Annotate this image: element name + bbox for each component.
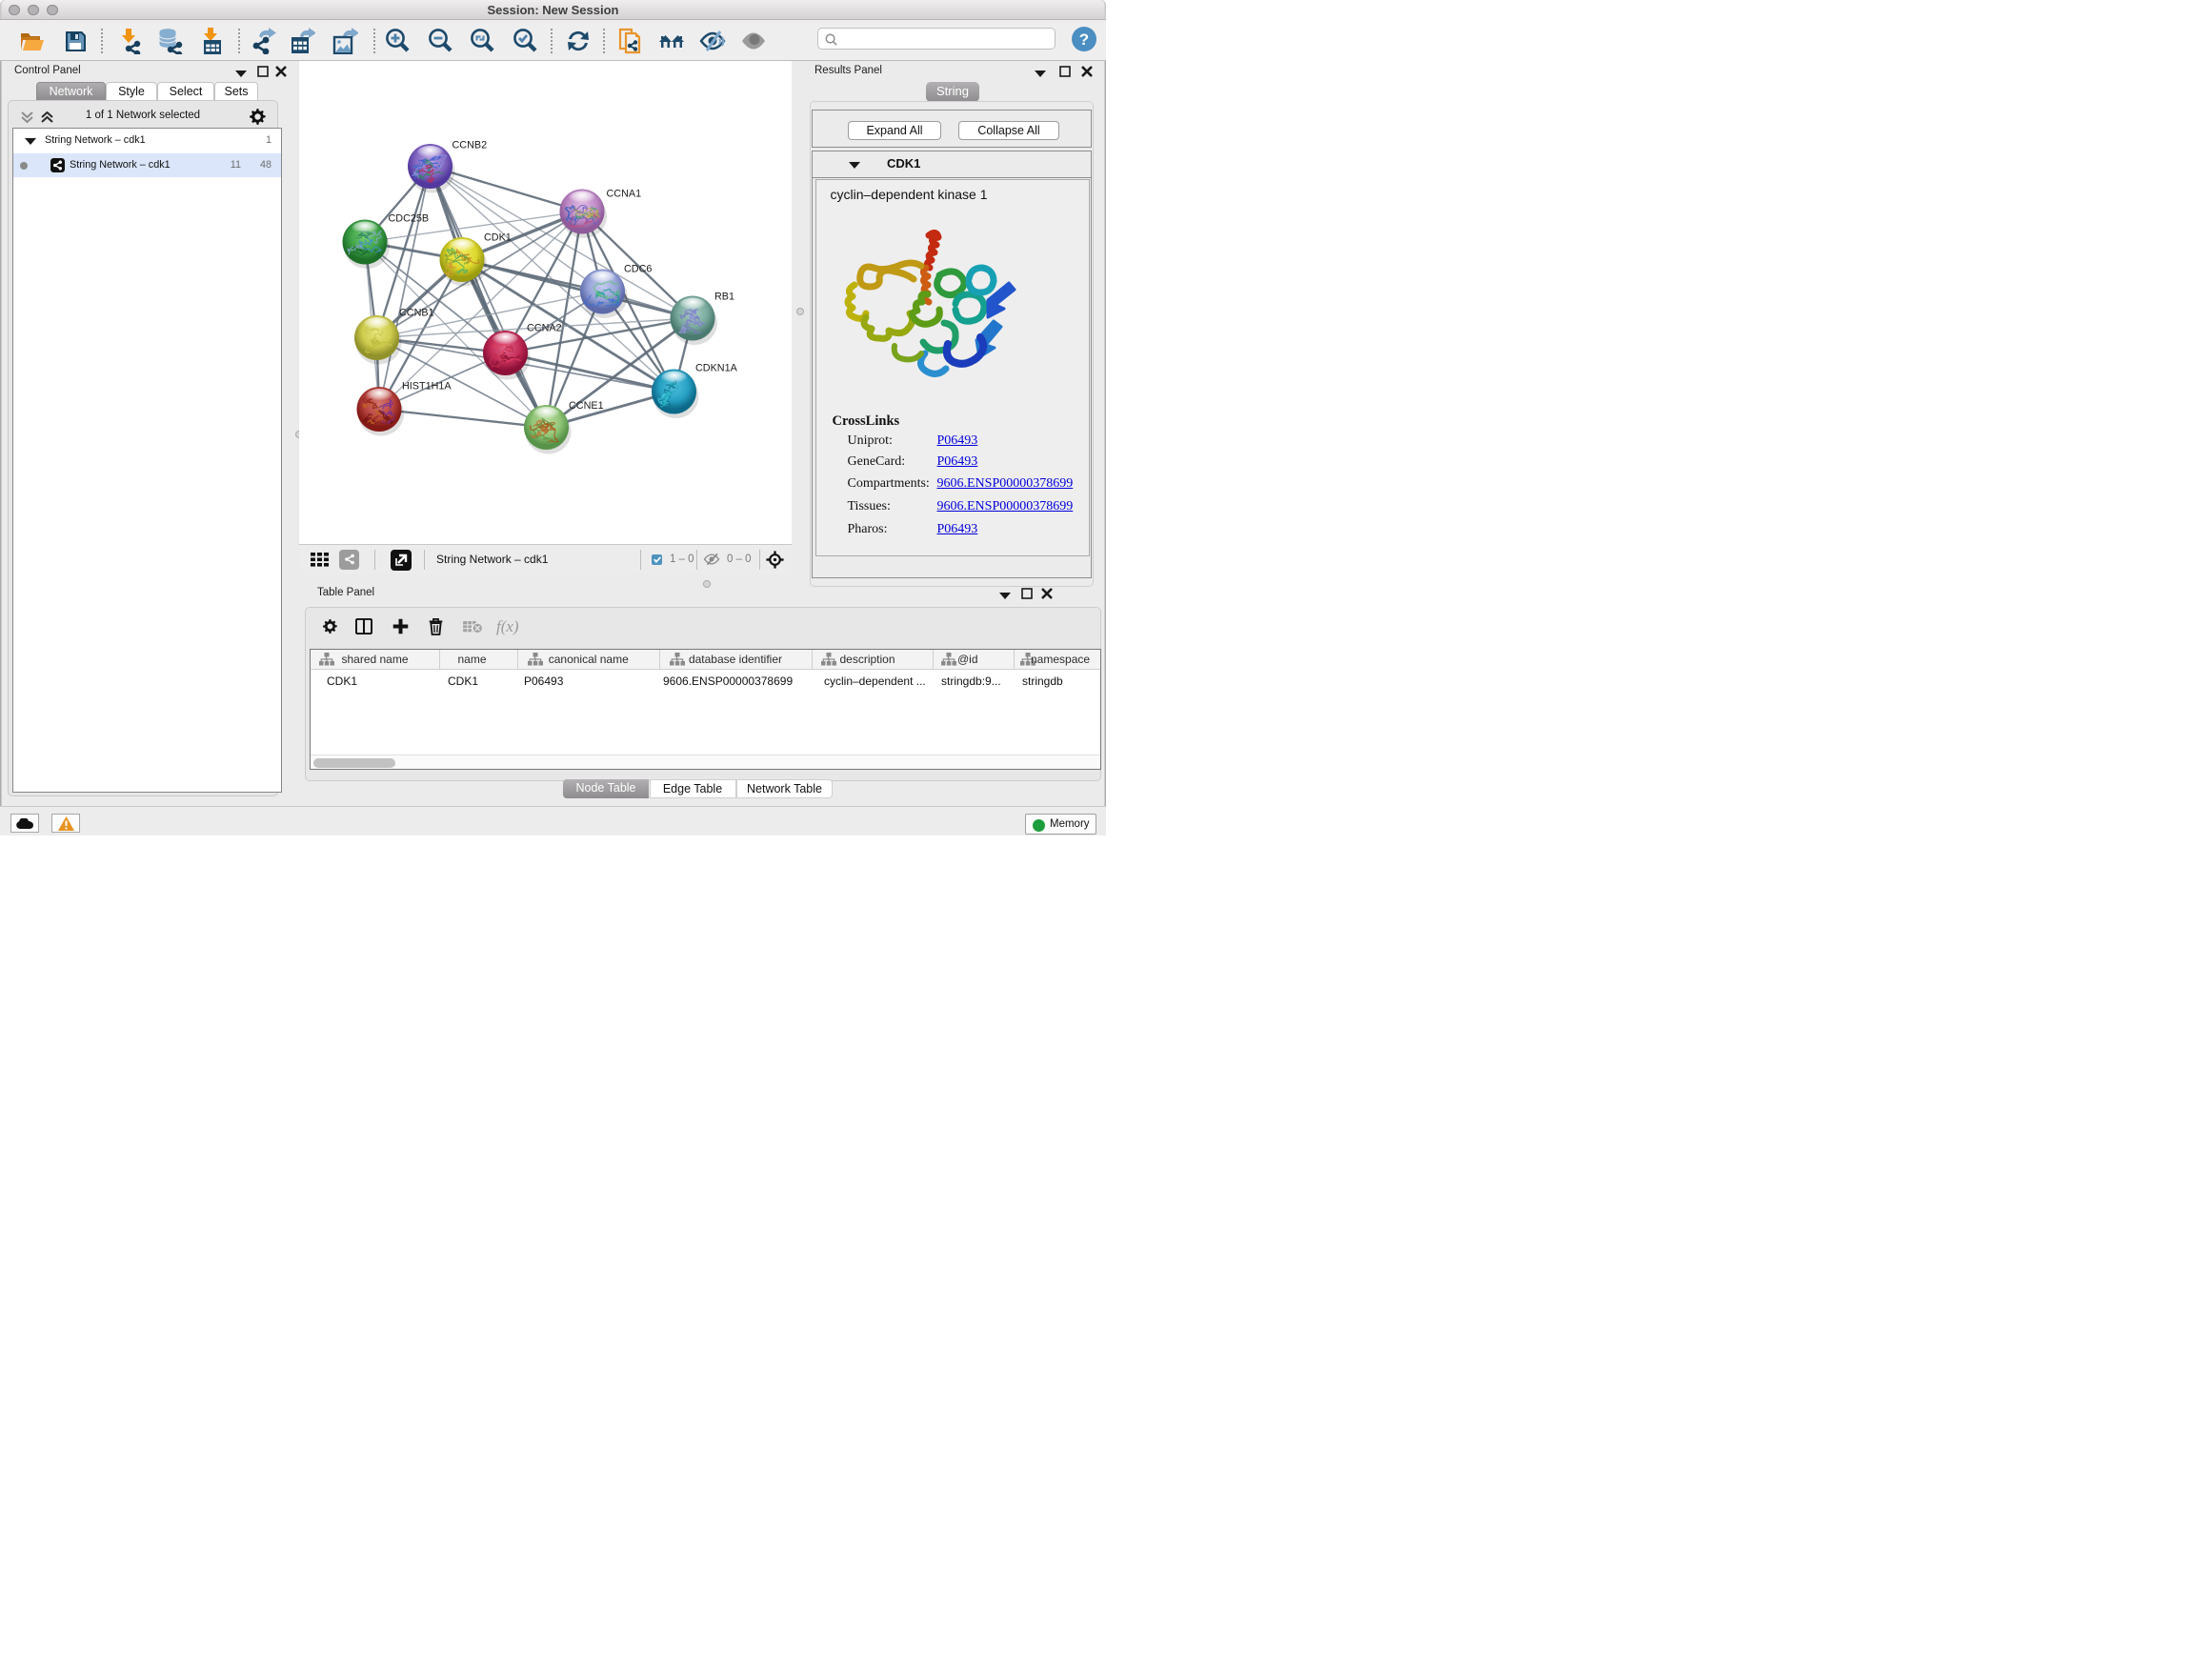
svg-text:CDC25B: CDC25B — [389, 213, 430, 225]
svg-text:CCNB2: CCNB2 — [452, 140, 488, 151]
svg-text:CCNB1: CCNB1 — [399, 308, 434, 319]
svg-text:?: ? — [1079, 30, 1089, 49]
svg-text:CCNA2: CCNA2 — [527, 323, 562, 334]
svg-text:CCNA1: CCNA1 — [607, 189, 642, 200]
svg-text:CDK1: CDK1 — [484, 232, 512, 244]
svg-text:CDC6: CDC6 — [624, 264, 652, 275]
svg-text:RB1: RB1 — [714, 292, 734, 303]
svg-text:CDKN1A: CDKN1A — [695, 363, 738, 374]
svg-text:CCNE1: CCNE1 — [569, 400, 604, 412]
svg-text:HIST1H1A: HIST1H1A — [402, 381, 452, 393]
